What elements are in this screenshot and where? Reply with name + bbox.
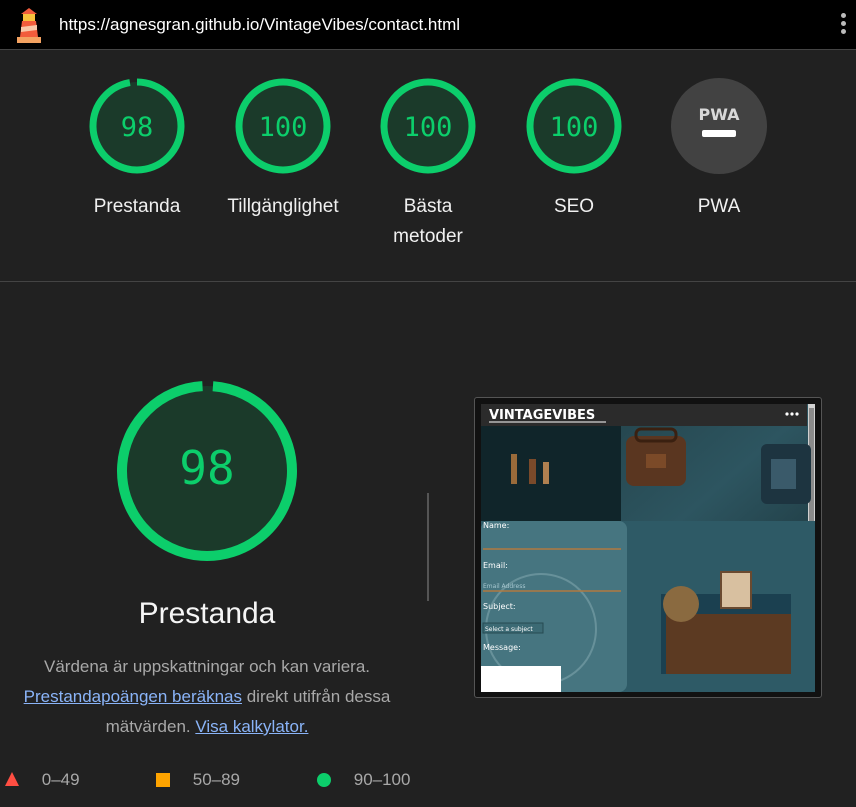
divider — [427, 493, 429, 601]
pwa-badge-icon: PWA — [671, 78, 767, 174]
gauge-label: Bästa metoder — [393, 196, 463, 247]
score-calculation-link[interactable]: Prestandapoängen beräknas — [24, 687, 242, 706]
gauge-ring: 98 — [89, 78, 185, 174]
gauge-accessibility[interactable]: 100 Tillgänglighet — [213, 78, 353, 222]
screenshot-name-label: Name: — [483, 521, 509, 530]
legend-pass: 90–100 — [317, 770, 410, 790]
legend-fail-range: 0–49 — [41, 770, 80, 789]
gauge-ring: 100 — [380, 78, 476, 174]
legend-pass-range: 90–100 — [353, 770, 411, 789]
more-menu-icon[interactable] — [840, 13, 848, 39]
performance-main-gauge: 98 — [117, 381, 297, 561]
final-screenshot[interactable]: VINTAGEVIBES Name: Email: Email Address … — [474, 397, 822, 698]
screenshot-subject-label: Subject: — [483, 602, 516, 611]
calculator-link[interactable]: Visa kalkylator. — [195, 717, 308, 736]
top-bar: https://agnesgran.github.io/VintageVibes… — [0, 0, 856, 50]
gauge-performance[interactable]: 98 Prestanda — [67, 78, 207, 222]
gauge-label: Tillgänglighet — [227, 196, 339, 217]
gauge-ring: 100 — [235, 78, 331, 174]
performance-title: Prestanda — [138, 597, 276, 630]
pwa-badge-text: PWA — [698, 105, 740, 124]
gauge-best-practices[interactable]: 100 Bästa metoder — [358, 78, 498, 252]
gauge-score: 100 — [259, 112, 308, 143]
legend-fail: 0–49 — [4, 770, 80, 790]
screenshot-content: VINTAGEVIBES Name: Email: Email Address … — [481, 404, 815, 692]
description-text: Värdena är uppskattningar och kan varier… — [43, 657, 371, 676]
gauge-seo[interactable]: 100 SEO — [504, 78, 644, 222]
screenshot-email-label: Email: — [483, 561, 508, 570]
category-gauges: 98 Prestanda 100 Tillgänglighet 100 Bäst… — [0, 50, 856, 282]
legend-average: 50–89 — [156, 770, 240, 790]
screenshot-subject-select: Select a subject — [485, 626, 533, 633]
gauge-pwa[interactable]: PWA PWA — [649, 78, 789, 222]
screenshot-message-label: Message: — [483, 643, 521, 652]
performance-description: Värdena är uppskattningar och kan varier… — [0, 652, 414, 742]
gauge-ring: 100 — [526, 78, 622, 174]
gauge-label: SEO — [553, 196, 595, 217]
screenshot-image: VINTAGEVIBES Name: Email: Email Address … — [481, 404, 815, 692]
lighthouse-icon — [17, 8, 41, 43]
gauge-label: PWA — [697, 196, 741, 217]
circle-icon — [317, 773, 331, 787]
score-legend: 0–49 50–89 90–100 — [0, 770, 856, 794]
gauge-score: 100 — [550, 112, 599, 143]
screenshot-email-placeholder: Email Address — [483, 583, 525, 590]
legend-average-range: 50–89 — [192, 770, 241, 789]
gauge-label: Prestanda — [93, 196, 181, 217]
square-icon — [156, 773, 170, 787]
screenshot-brand: VINTAGEVIBES — [489, 408, 595, 423]
url-text: https://agnesgran.github.io/VintageVibes… — [59, 15, 461, 34]
triangle-icon — [5, 772, 19, 786]
gauge-score: 98 — [121, 112, 154, 143]
performance-score: 98 — [179, 441, 234, 495]
gauge-score: 100 — [404, 112, 453, 143]
